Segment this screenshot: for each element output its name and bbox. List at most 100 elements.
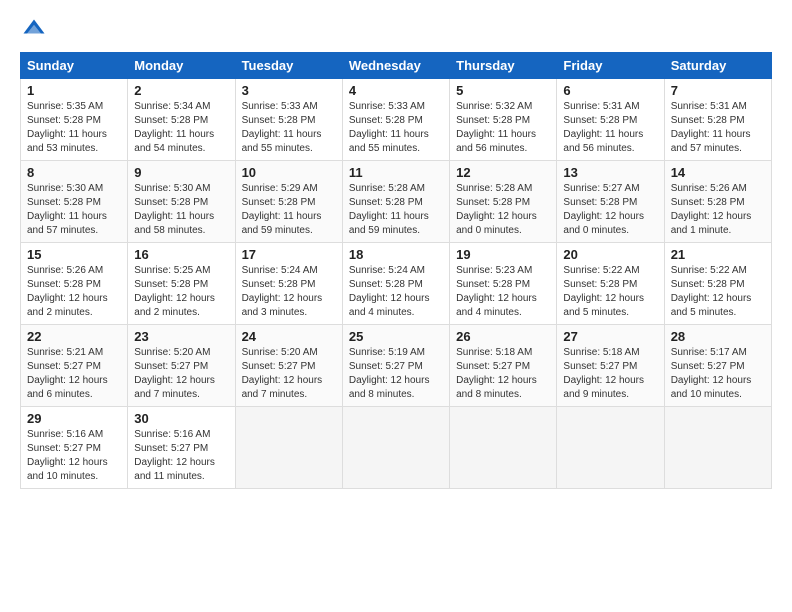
day-cell: 2Sunrise: 5:34 AM Sunset: 5:28 PM Daylig… bbox=[128, 79, 235, 161]
day-cell: 15 Sunrise: 5:26 AM Sunset: 5:28 PM Dayli… bbox=[21, 243, 128, 325]
day-info: Sunrise: 5:20 AM Sunset: 5:27 PM Dayligh… bbox=[242, 346, 336, 402]
day-info: Sunrise: 5:28 AM Sunset: 5:28 PM Dayligh… bbox=[349, 182, 443, 238]
day-cell bbox=[450, 407, 557, 489]
day-cell: 16 Sunrise: 5:25 AM Sunset: 5:28 PM Dayli… bbox=[128, 243, 235, 325]
day-number: 1 bbox=[27, 83, 121, 98]
day-number: 16 bbox=[134, 247, 228, 262]
day-cell: 8Sunrise: 5:30 AM Sunset: 5:28 PM Daylig… bbox=[21, 161, 128, 243]
day-info: Sunrise: 5:33 AM Sunset: 5:28 PM Dayligh… bbox=[349, 100, 443, 156]
day-cell: 24 Sunrise: 5:20 AM Sunset: 5:27 PM Dayli… bbox=[235, 325, 342, 407]
weekday-header-friday: Friday bbox=[557, 53, 664, 79]
weekday-header-sunday: Sunday bbox=[21, 53, 128, 79]
week-row-1: 8Sunrise: 5:30 AM Sunset: 5:28 PM Daylig… bbox=[21, 161, 772, 243]
day-info: Sunrise: 5:26 AM Sunset: 5:28 PM Dayligh… bbox=[671, 182, 765, 238]
day-number: 30 bbox=[134, 411, 228, 426]
day-info: Sunrise: 5:16 AM Sunset: 5:27 PM Dayligh… bbox=[27, 428, 121, 484]
day-info: Sunrise: 5:26 AM Sunset: 5:28 PM Dayligh… bbox=[27, 264, 121, 320]
day-info: Sunrise: 5:35 AM Sunset: 5:28 PM Dayligh… bbox=[27, 100, 121, 156]
day-cell: 13Sunrise: 5:27 AM Sunset: 5:28 PM Dayli… bbox=[557, 161, 664, 243]
day-number: 14 bbox=[671, 165, 765, 180]
day-number: 11 bbox=[349, 165, 443, 180]
header bbox=[20, 16, 772, 44]
day-info: Sunrise: 5:31 AM Sunset: 5:28 PM Dayligh… bbox=[563, 100, 657, 156]
day-info: Sunrise: 5:25 AM Sunset: 5:28 PM Dayligh… bbox=[134, 264, 228, 320]
day-info: Sunrise: 5:32 AM Sunset: 5:28 PM Dayligh… bbox=[456, 100, 550, 156]
day-cell: 18 Sunrise: 5:24 AM Sunset: 5:28 PM Dayli… bbox=[342, 243, 449, 325]
day-cell: 29 Sunrise: 5:16 AM Sunset: 5:27 PM Dayli… bbox=[21, 407, 128, 489]
day-info: Sunrise: 5:17 AM Sunset: 5:27 PM Dayligh… bbox=[671, 346, 765, 402]
day-number: 21 bbox=[671, 247, 765, 262]
day-cell: 27 Sunrise: 5:18 AM Sunset: 5:27 PM Dayli… bbox=[557, 325, 664, 407]
day-number: 25 bbox=[349, 329, 443, 344]
day-number: 2 bbox=[134, 83, 228, 98]
day-number: 23 bbox=[134, 329, 228, 344]
weekday-header-monday: Monday bbox=[128, 53, 235, 79]
day-cell: 25 Sunrise: 5:19 AM Sunset: 5:27 PM Dayli… bbox=[342, 325, 449, 407]
day-info: Sunrise: 5:28 AM Sunset: 5:28 PM Dayligh… bbox=[456, 182, 550, 238]
calendar-page: SundayMondayTuesdayWednesdayThursdayFrid… bbox=[0, 0, 792, 612]
day-info: Sunrise: 5:33 AM Sunset: 5:28 PM Dayligh… bbox=[242, 100, 336, 156]
day-cell: 19 Sunrise: 5:23 AM Sunset: 5:28 PM Dayli… bbox=[450, 243, 557, 325]
day-cell: 22 Sunrise: 5:21 AM Sunset: 5:27 PM Dayli… bbox=[21, 325, 128, 407]
week-row-3: 22 Sunrise: 5:21 AM Sunset: 5:27 PM Dayli… bbox=[21, 325, 772, 407]
day-number: 29 bbox=[27, 411, 121, 426]
day-info: Sunrise: 5:31 AM Sunset: 5:28 PM Dayligh… bbox=[671, 100, 765, 156]
weekday-header-tuesday: Tuesday bbox=[235, 53, 342, 79]
day-info: Sunrise: 5:21 AM Sunset: 5:27 PM Dayligh… bbox=[27, 346, 121, 402]
day-number: 20 bbox=[563, 247, 657, 262]
day-cell: 7Sunrise: 5:31 AM Sunset: 5:28 PM Daylig… bbox=[664, 79, 771, 161]
weekday-header-saturday: Saturday bbox=[664, 53, 771, 79]
day-cell: 28 Sunrise: 5:17 AM Sunset: 5:27 PM Dayli… bbox=[664, 325, 771, 407]
day-number: 18 bbox=[349, 247, 443, 262]
day-cell bbox=[342, 407, 449, 489]
day-info: Sunrise: 5:29 AM Sunset: 5:28 PM Dayligh… bbox=[242, 182, 336, 238]
day-cell: 30 Sunrise: 5:16 AM Sunset: 5:27 PM Dayli… bbox=[128, 407, 235, 489]
day-cell bbox=[557, 407, 664, 489]
day-number: 24 bbox=[242, 329, 336, 344]
logo-icon bbox=[20, 16, 48, 44]
day-cell: 14 Sunrise: 5:26 AM Sunset: 5:28 PM Dayli… bbox=[664, 161, 771, 243]
day-number: 12 bbox=[456, 165, 550, 180]
week-row-0: 1 Sunrise: 5:35 AM Sunset: 5:28 PM Daylig… bbox=[21, 79, 772, 161]
day-cell: 1 Sunrise: 5:35 AM Sunset: 5:28 PM Daylig… bbox=[21, 79, 128, 161]
day-info: Sunrise: 5:30 AM Sunset: 5:28 PM Dayligh… bbox=[27, 182, 121, 238]
day-cell: 5 Sunrise: 5:32 AM Sunset: 5:28 PM Daylig… bbox=[450, 79, 557, 161]
day-cell: 9 Sunrise: 5:30 AM Sunset: 5:28 PM Daylig… bbox=[128, 161, 235, 243]
day-number: 13 bbox=[563, 165, 657, 180]
weekday-header-thursday: Thursday bbox=[450, 53, 557, 79]
day-cell: 23Sunrise: 5:20 AM Sunset: 5:27 PM Dayli… bbox=[128, 325, 235, 407]
day-cell: 17Sunrise: 5:24 AM Sunset: 5:28 PM Dayli… bbox=[235, 243, 342, 325]
day-cell: 21 Sunrise: 5:22 AM Sunset: 5:28 PM Dayli… bbox=[664, 243, 771, 325]
day-info: Sunrise: 5:22 AM Sunset: 5:28 PM Dayligh… bbox=[563, 264, 657, 320]
day-number: 10 bbox=[242, 165, 336, 180]
day-cell: 12 Sunrise: 5:28 AM Sunset: 5:28 PM Dayli… bbox=[450, 161, 557, 243]
day-cell: 6 Sunrise: 5:31 AM Sunset: 5:28 PM Daylig… bbox=[557, 79, 664, 161]
day-number: 5 bbox=[456, 83, 550, 98]
day-number: 28 bbox=[671, 329, 765, 344]
day-info: Sunrise: 5:22 AM Sunset: 5:28 PM Dayligh… bbox=[671, 264, 765, 320]
week-row-2: 15 Sunrise: 5:26 AM Sunset: 5:28 PM Dayli… bbox=[21, 243, 772, 325]
day-info: Sunrise: 5:23 AM Sunset: 5:28 PM Dayligh… bbox=[456, 264, 550, 320]
day-cell bbox=[235, 407, 342, 489]
day-number: 3 bbox=[242, 83, 336, 98]
day-info: Sunrise: 5:24 AM Sunset: 5:28 PM Dayligh… bbox=[242, 264, 336, 320]
day-number: 15 bbox=[27, 247, 121, 262]
day-number: 4 bbox=[349, 83, 443, 98]
day-cell: 4 Sunrise: 5:33 AM Sunset: 5:28 PM Daylig… bbox=[342, 79, 449, 161]
day-info: Sunrise: 5:30 AM Sunset: 5:28 PM Dayligh… bbox=[134, 182, 228, 238]
day-number: 6 bbox=[563, 83, 657, 98]
day-info: Sunrise: 5:16 AM Sunset: 5:27 PM Dayligh… bbox=[134, 428, 228, 484]
week-row-4: 29 Sunrise: 5:16 AM Sunset: 5:27 PM Dayli… bbox=[21, 407, 772, 489]
day-number: 9 bbox=[134, 165, 228, 180]
day-number: 19 bbox=[456, 247, 550, 262]
day-info: Sunrise: 5:19 AM Sunset: 5:27 PM Dayligh… bbox=[349, 346, 443, 402]
day-info: Sunrise: 5:18 AM Sunset: 5:27 PM Dayligh… bbox=[563, 346, 657, 402]
day-info: Sunrise: 5:24 AM Sunset: 5:28 PM Dayligh… bbox=[349, 264, 443, 320]
weekday-header-row: SundayMondayTuesdayWednesdayThursdayFrid… bbox=[21, 53, 772, 79]
day-cell bbox=[664, 407, 771, 489]
day-cell: 3 Sunrise: 5:33 AM Sunset: 5:28 PM Daylig… bbox=[235, 79, 342, 161]
day-cell: 11 Sunrise: 5:28 AM Sunset: 5:28 PM Dayli… bbox=[342, 161, 449, 243]
day-info: Sunrise: 5:18 AM Sunset: 5:27 PM Dayligh… bbox=[456, 346, 550, 402]
day-number: 27 bbox=[563, 329, 657, 344]
day-number: 22 bbox=[27, 329, 121, 344]
